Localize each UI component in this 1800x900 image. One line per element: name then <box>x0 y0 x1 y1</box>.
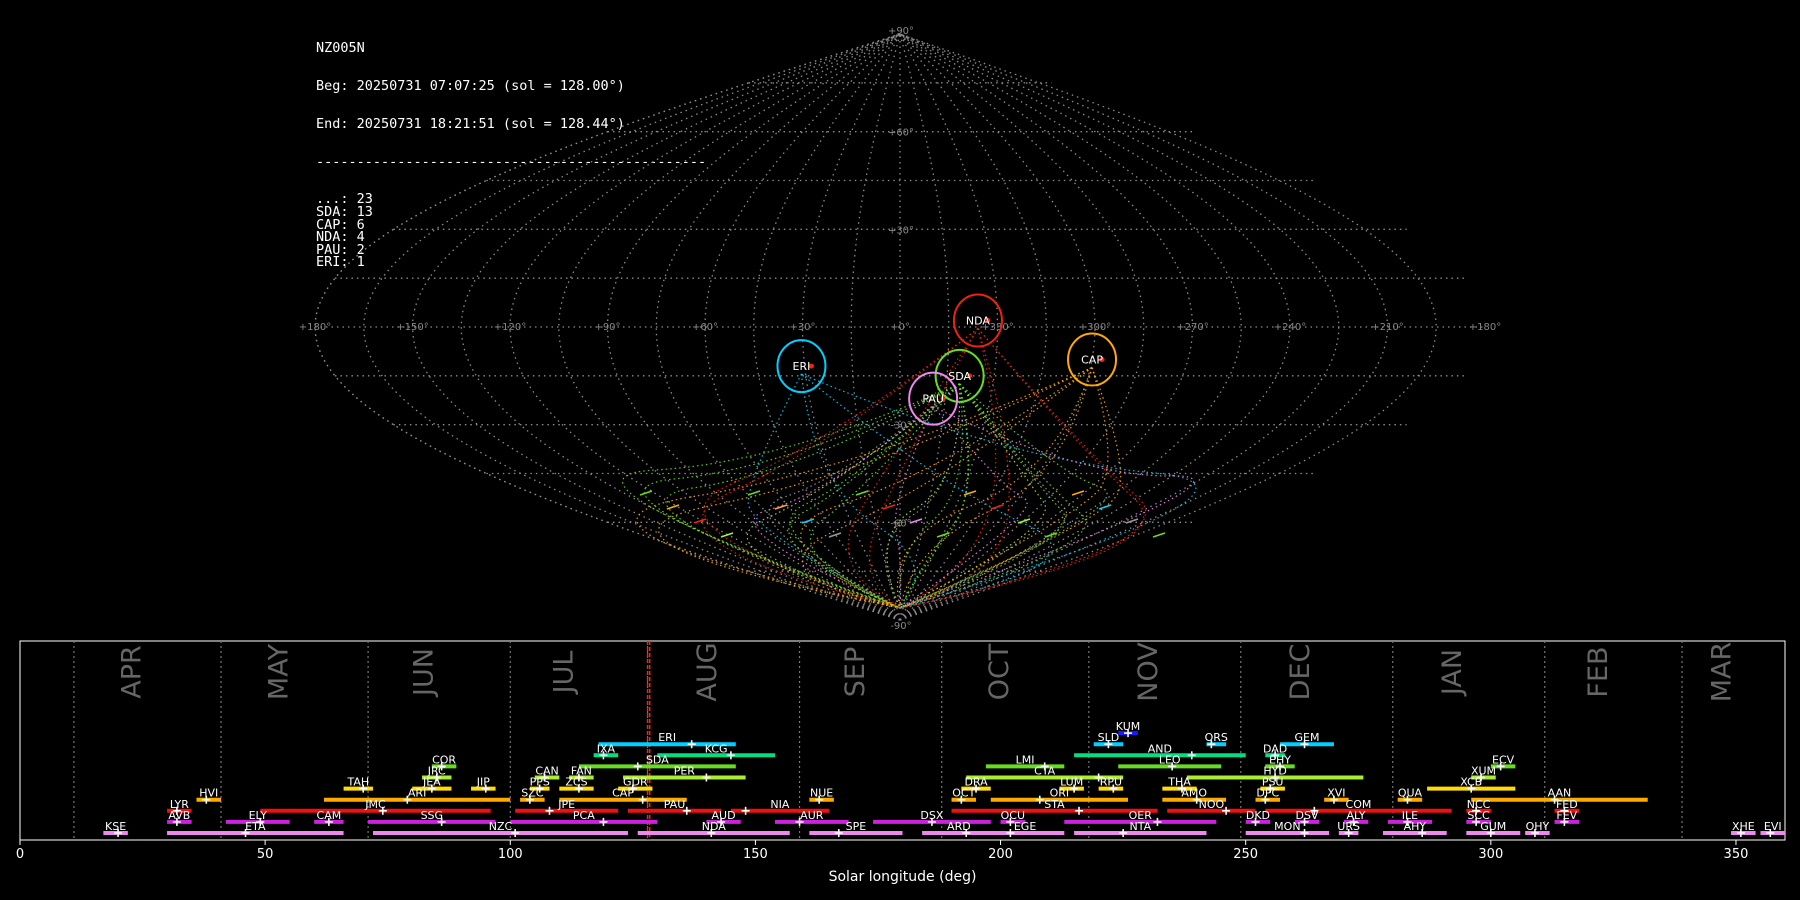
shower-label: IXA <box>597 742 616 755</box>
shower-label: SZC <box>521 787 544 800</box>
shower-calendar: APR MAY JUN JUL AUG SEP OCT NOV DEC JAN FEB MAR 0 50 1… <box>16 640 1786 885</box>
shower-label: SDA <box>646 753 669 766</box>
shower-label: JIP <box>476 776 490 789</box>
month-label: JAN <box>1437 649 1468 697</box>
shower-label: SLD <box>1098 731 1120 744</box>
shower-label: STA <box>1044 798 1065 811</box>
shower-label: CAP <box>612 787 634 800</box>
month-label: AUG <box>692 642 723 701</box>
shower-label: NZC <box>489 820 513 833</box>
shower-label: KSE <box>105 820 126 833</box>
month-label: APR <box>116 645 147 699</box>
x-tick-label: 50 <box>257 847 274 862</box>
shower-label: JMC <box>364 798 386 811</box>
shower-label: XCB <box>1460 776 1482 789</box>
shower-label: MON <box>1274 820 1300 833</box>
x-tick-label: 300 <box>1478 847 1503 862</box>
shower-label: ZCS <box>565 776 587 789</box>
shower-label: AVB <box>168 809 190 822</box>
shower-label: LEO <box>1159 753 1181 766</box>
shower-label: ERI <box>658 731 676 744</box>
month-label: MAR <box>1707 642 1738 703</box>
shower-label: KUM <box>1116 720 1140 733</box>
shower-label: SPE <box>846 820 867 833</box>
shower-label: DSX <box>920 809 943 822</box>
month-label: JUL <box>549 651 580 696</box>
shower-label: NIA <box>770 798 789 811</box>
x-tick-label: 0 <box>16 847 24 862</box>
shower-label: AUR <box>800 809 824 822</box>
shower-label: DPC <box>1256 787 1279 800</box>
shower-label: NDA <box>702 820 727 833</box>
month-label: FEB <box>1583 646 1614 697</box>
x-tick-label: 250 <box>1233 847 1258 862</box>
x-tick-label: 150 <box>743 847 768 862</box>
shower-label: XHE <box>1732 820 1755 833</box>
x-tick-label: 200 <box>988 847 1013 862</box>
shower-label: ARD <box>947 820 971 833</box>
x-tick-label: 100 <box>498 847 523 862</box>
month-label: DEC <box>1285 644 1316 701</box>
shower-label: GEM <box>1294 731 1319 744</box>
month-label: JUN <box>408 648 439 698</box>
shower-label: ETA <box>245 820 266 833</box>
shower-label: OCT <box>952 787 975 800</box>
shower-label: XVI <box>1327 787 1345 800</box>
shower-label: PCA <box>573 809 595 822</box>
shower-label: TAH <box>346 776 369 789</box>
shower-label: NUE <box>810 787 833 800</box>
shower-label: CTA <box>1034 765 1056 778</box>
shower-label: NOO <box>1199 798 1225 811</box>
shower-label: EGE <box>1014 820 1036 833</box>
shower-label: AHY <box>1404 820 1427 833</box>
shower-label: LMI <box>1016 753 1035 766</box>
shower-label: DKD <box>1246 809 1270 822</box>
shower-label: URS <box>1337 820 1360 833</box>
shower-label: GUM <box>1480 820 1506 833</box>
shower-label: PER <box>674 765 696 778</box>
x-axis-label: Solar longitude (deg) <box>829 869 977 885</box>
shower-label: RPU <box>1100 776 1122 789</box>
month-label: NOV <box>1133 642 1164 702</box>
shower-label: NTA <box>1129 820 1151 833</box>
shower-label: KCG <box>705 742 728 755</box>
shower-label: ORS <box>1205 731 1228 744</box>
shower-label: QUA <box>1398 787 1423 800</box>
month-label: MAY <box>263 643 294 700</box>
shower-label: SSG <box>421 809 444 822</box>
shower-label: EVI <box>1764 820 1782 833</box>
shower-label: PAU <box>664 798 686 811</box>
month-label: OCT <box>984 643 1015 700</box>
shower-label: ARI <box>408 787 426 800</box>
shower-label: OHY <box>1526 820 1550 833</box>
shower-label: FEV <box>1556 809 1577 822</box>
x-tick-label: 350 <box>1724 847 1749 862</box>
shower-label: CAM <box>317 809 342 822</box>
shower-label: HVI <box>199 787 218 800</box>
month-label: SEP <box>840 647 871 697</box>
